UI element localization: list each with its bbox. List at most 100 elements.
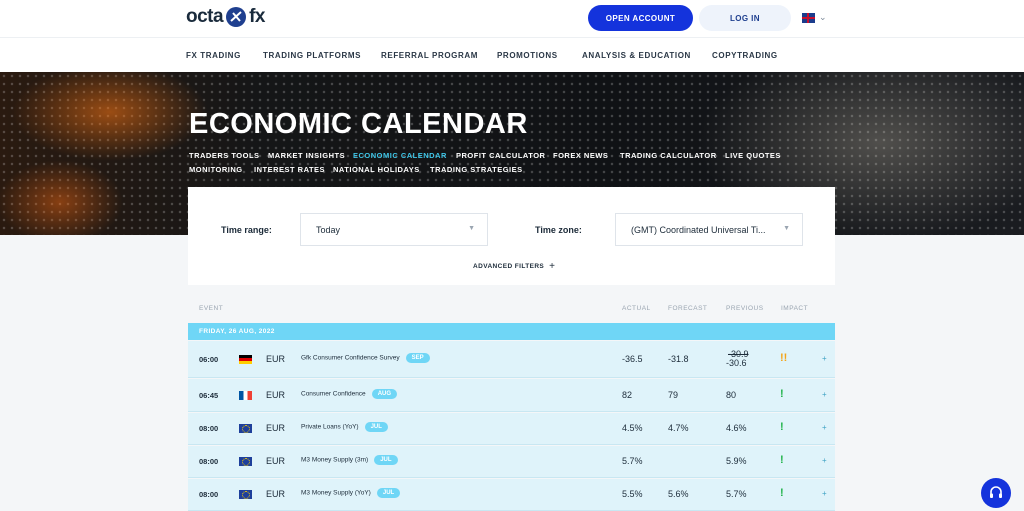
link-trading-calculator[interactable]: TRADING CALCULATOR [620, 151, 717, 160]
impact-low-icon: ! [780, 388, 784, 400]
impact-low-icon: ! [780, 454, 784, 466]
link-trading-strategies[interactable]: TRADING STRATEGIES [430, 165, 523, 174]
row-actual: -36.5 [622, 354, 643, 364]
chevron-down-icon: ⌄ [819, 12, 827, 22]
headset-icon [990, 486, 1002, 498]
open-account-button[interactable]: OPEN ACCOUNT [588, 5, 693, 31]
row-currency: EUR [266, 456, 286, 466]
nav-fx-trading[interactable]: FX TRADING [186, 51, 241, 60]
row-forecast: 5.6% [668, 489, 689, 499]
expand-icon[interactable]: + [822, 423, 827, 432]
nav-trading-platforms[interactable]: TRADING PLATFORMS [263, 51, 361, 60]
row-time: 06:45 [199, 391, 219, 400]
support-chat-button[interactable] [981, 478, 1011, 508]
top-bar: octa fx OPEN ACCOUNT LOG IN ⌄ [0, 0, 1024, 37]
impact-low-icon: ! [780, 421, 784, 433]
plus-icon: + [549, 261, 556, 272]
expand-icon[interactable]: + [822, 489, 827, 498]
period-badge: JUL [376, 488, 401, 498]
row-actual: 82 [622, 390, 633, 400]
row-forecast: 4.7% [668, 423, 689, 433]
nav-analysis-education[interactable]: ANALYSIS & EDUCATION [582, 51, 691, 60]
row-time: 08:00 [199, 490, 219, 499]
expand-icon[interactable]: + [822, 354, 827, 363]
header-event: EVENT [199, 305, 224, 312]
row-currency: EUR [266, 354, 286, 364]
eu-flag-icon [239, 457, 252, 466]
table-row[interactable]: 08:00 EUR M3 Money Supply (YoY) JUL 5.5% … [188, 479, 835, 511]
link-interest-rates[interactable]: INTEREST RATES [254, 165, 325, 174]
link-market-insights[interactable]: MARKET INSIGHTS [268, 151, 345, 160]
row-actual: 5.5% [622, 489, 643, 499]
date-header-row: FRIDAY, 26 AUG, 2022 [188, 323, 835, 340]
link-live-quotes[interactable]: LIVE QUOTES [725, 151, 781, 160]
expand-icon[interactable]: + [822, 456, 827, 465]
login-button[interactable]: LOG IN [699, 5, 791, 31]
link-profit-calculator[interactable]: PROFIT CALCULATOR [456, 151, 545, 160]
time-zone-value: (GMT) Coordinated Universal Ti... [631, 224, 766, 235]
table-row[interactable]: 08:00 EUR M3 Money Supply (3m) JUL 5.7% 5… [188, 446, 835, 478]
advanced-filters-label: ADVANCED FILTERS [473, 263, 545, 270]
octafx-logo[interactable]: octa fx [186, 6, 265, 28]
row-time: 06:00 [199, 355, 219, 364]
row-actual: 4.5% [622, 423, 643, 433]
time-range-select[interactable]: Today ▼ [300, 213, 488, 246]
row-event: M3 Money Supply (3m) JUL [301, 455, 398, 465]
uk-flag-icon [802, 12, 815, 23]
table-row[interactable]: 06:00 EUR Gfk Consumer Confidence Survey… [188, 341, 835, 378]
row-forecast: 79 [668, 390, 679, 400]
period-badge: SEP [405, 353, 430, 363]
row-previous: 4.6% [726, 423, 747, 433]
row-previous: 5.7% [726, 489, 747, 499]
eu-flag-icon [239, 424, 252, 433]
language-selector[interactable]: ⌄ [802, 12, 827, 23]
nav-referral-program[interactable]: REFERRAL PROGRAM [381, 51, 478, 60]
logo-text-right: fx [249, 6, 265, 27]
link-economic-calendar[interactable]: ECONOMIC CALENDAR [353, 151, 447, 160]
row-event-name: M3 Money Supply (YoY) [301, 489, 371, 497]
link-monitoring[interactable]: MONITORING [189, 165, 243, 174]
row-previous: -30.6 [726, 358, 747, 368]
page-title: ECONOMIC CALENDAR [189, 108, 528, 140]
row-event-name: M3 Money Supply (3m) [301, 456, 369, 464]
events-table: EVENT ACTUAL FORECAST PREVIOUS IMPACT FR… [188, 295, 835, 511]
link-traders-tools[interactable]: TRADERS TOOLS [189, 151, 260, 160]
row-event-name: Consumer Confidence [301, 390, 366, 398]
table-row[interactable]: 08:00 EUR Private Loans (YoY) JUL 4.5% 4.… [188, 413, 835, 445]
row-event: Gfk Consumer Confidence Survey SEP [301, 353, 430, 363]
time-range-value: Today [316, 224, 341, 235]
link-forex-news[interactable]: FOREX NEWS [553, 151, 608, 160]
table-row[interactable]: 06:45 EUR Consumer Confidence AUG 82 79 8… [188, 379, 835, 412]
row-previous: 5.9% [726, 456, 747, 466]
logo-text-left: octa [186, 6, 224, 27]
row-event: Consumer Confidence AUG [301, 389, 398, 399]
row-event: Private Loans (YoY) JUL [301, 422, 388, 432]
row-currency: EUR [266, 390, 286, 400]
link-national-holidays[interactable]: NATIONAL HOLIDAYS [333, 165, 420, 174]
time-zone-select[interactable]: (GMT) Coordinated Universal Ti... ▼ [615, 213, 803, 246]
header-forecast: FORECAST [668, 305, 708, 312]
row-currency: EUR [266, 423, 286, 433]
date-label: FRIDAY, 26 AUG, 2022 [199, 328, 275, 335]
row-forecast: -31.8 [668, 354, 689, 364]
nav-promotions[interactable]: PROMOTIONS [497, 51, 558, 60]
period-badge: JUL [374, 455, 398, 465]
filter-card: Time range: Today ▼ Time zone: (GMT) Coo… [188, 187, 835, 285]
expand-icon[interactable]: + [822, 390, 827, 399]
header-previous: PREVIOUS [726, 305, 764, 312]
main-nav: FX TRADING TRADING PLATFORMS REFERRAL PR… [0, 37, 1024, 72]
caret-down-icon: ▼ [783, 225, 790, 232]
row-currency: EUR [266, 489, 286, 499]
row-previous: 80 [726, 390, 737, 400]
header-actual: ACTUAL [622, 305, 651, 312]
france-flag-icon [239, 391, 252, 400]
period-badge: AUG [371, 389, 398, 399]
period-badge: JUL [364, 422, 388, 432]
advanced-filters-button[interactable]: ADVANCED FILTERS + [473, 261, 555, 272]
germany-flag-icon [239, 355, 252, 364]
nav-copytrading[interactable]: COPYTRADING [712, 51, 778, 60]
header-impact: IMPACT [781, 305, 809, 312]
caret-down-icon: ▼ [468, 225, 475, 232]
logo-mark-icon [226, 7, 247, 27]
row-time: 08:00 [199, 457, 219, 466]
